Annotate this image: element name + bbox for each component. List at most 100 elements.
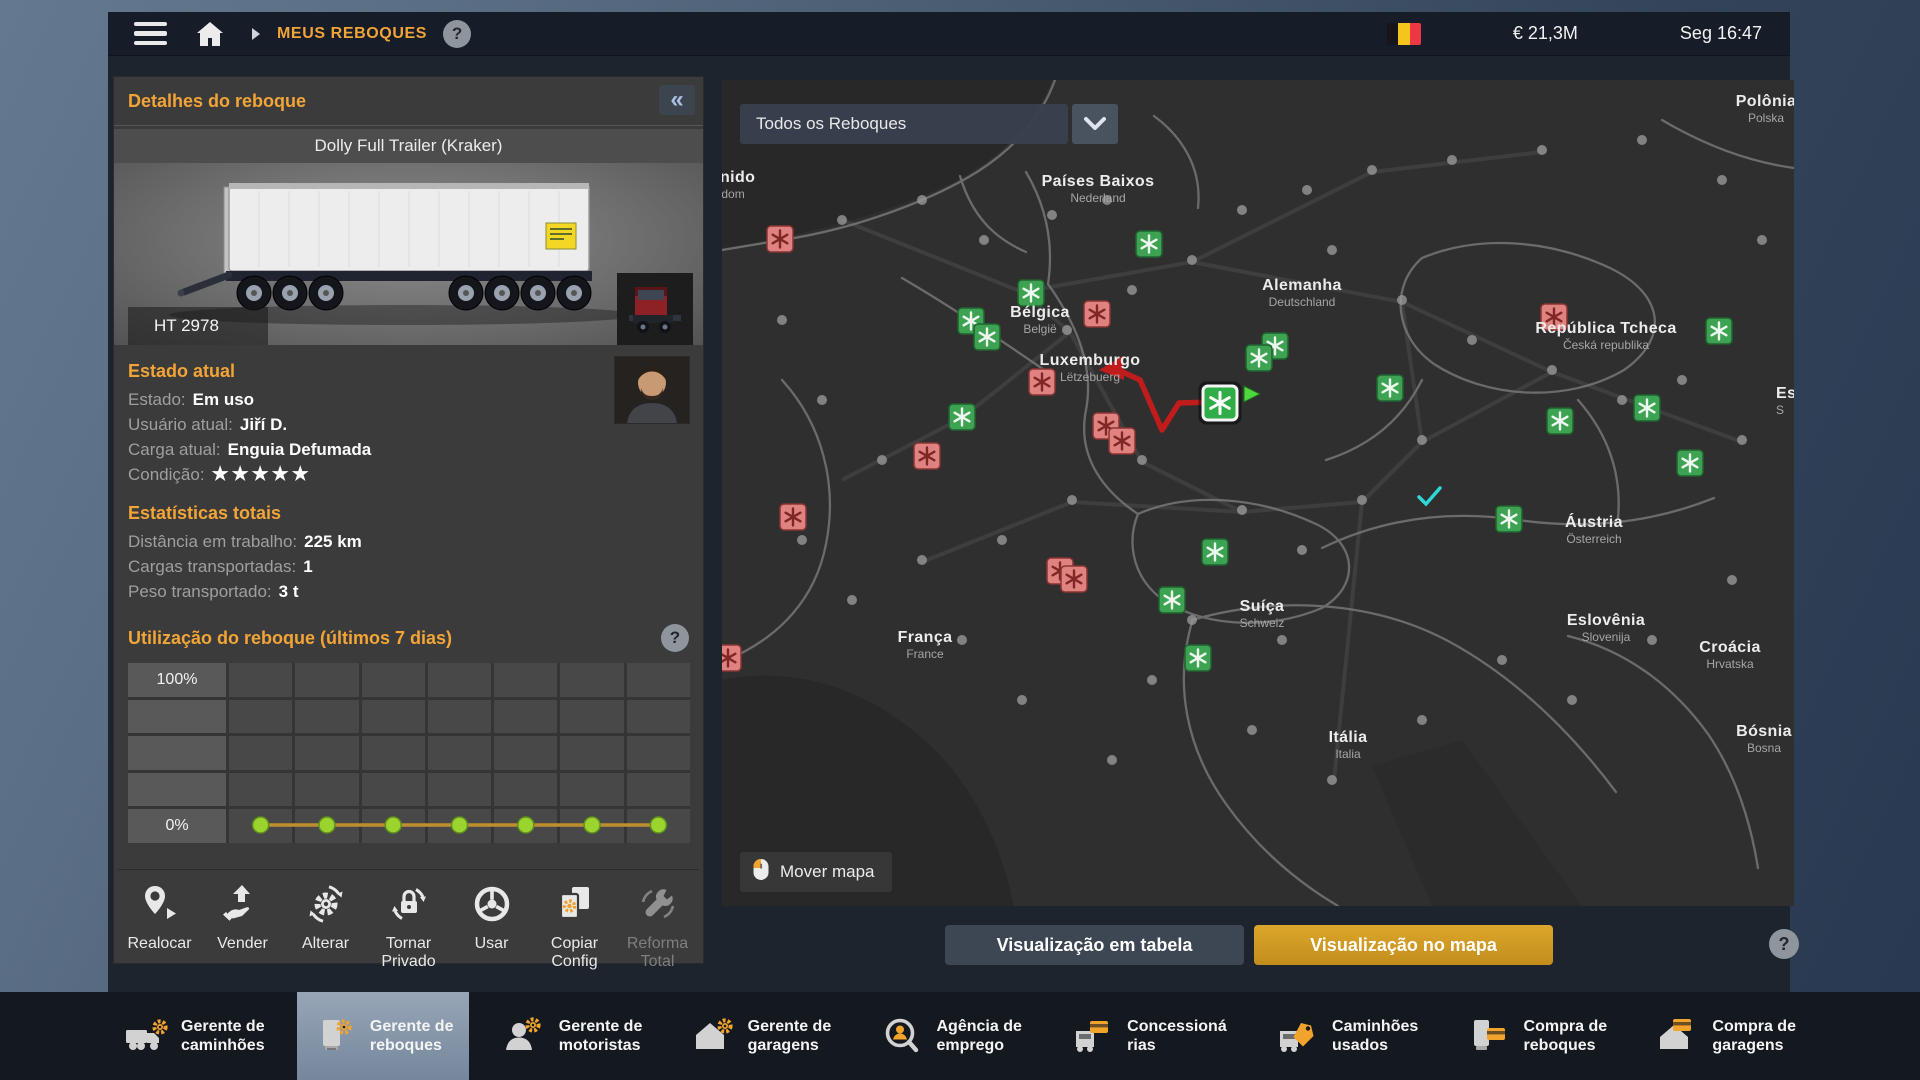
- country-label: Polônia: [1736, 93, 1794, 110]
- trailer-marker-red[interactable]: [1061, 566, 1087, 592]
- nav-trailer-manager[interactable]: Gerente dereboques: [297, 992, 470, 1080]
- top-bar: MEUS REBOQUES ? € 21,3M Seg 16:47: [108, 12, 1790, 56]
- trailer-marker-green[interactable]: [1377, 375, 1403, 401]
- nav-garage-manager[interactable]: Gerente degaragens: [675, 992, 848, 1080]
- trailer-marker-green[interactable]: [1136, 231, 1162, 257]
- management-nav-bar: Gerente decaminhõesGerente dereboquesGer…: [0, 992, 1920, 1080]
- trailer-photo: HT 2978: [114, 163, 703, 345]
- chart-cell: [627, 663, 690, 697]
- state-label: Condição:: [128, 465, 205, 485]
- total-stats-section: Estatísticas totais Distância em trabalh…: [128, 503, 689, 604]
- chart-cell: [428, 773, 491, 807]
- nav-job-agency[interactable]: Agência deemprego: [864, 992, 1038, 1080]
- action-usar[interactable]: Usar: [450, 880, 533, 971]
- attached-truck-thumbnail[interactable]: [617, 273, 693, 345]
- license-plate: HT 2978: [128, 307, 268, 345]
- chart-cell: [295, 773, 358, 807]
- chart-cell: [560, 663, 623, 697]
- country-label: Croácia: [1699, 639, 1761, 656]
- europe-map: PolôniaPolska Países BaixosNederland Unido…: [722, 80, 1794, 906]
- trailer-name: Dolly Full Trailer (Kraker): [114, 129, 703, 163]
- stat-value: 3 t: [279, 582, 299, 602]
- state-row: Estado:Em uso: [128, 387, 689, 412]
- country-label: Países Baixos: [1042, 173, 1155, 190]
- table-view-button[interactable]: Visualização em tabela: [945, 925, 1244, 965]
- home-icon[interactable]: [195, 20, 225, 48]
- trailer-marker-red[interactable]: [1109, 428, 1135, 454]
- action-copiar-config[interactable]: Copiar Config: [533, 880, 616, 971]
- action-reforma-total: Reforma Total: [616, 880, 699, 971]
- chart-cell: [627, 736, 690, 770]
- action-alterar[interactable]: Alterar: [284, 880, 367, 971]
- trailer-marker-green[interactable]: [1547, 408, 1573, 434]
- country-label: Suíça: [1240, 598, 1285, 615]
- trailer-marker-red[interactable]: [780, 504, 806, 530]
- overhaul-wrench-icon: [636, 882, 680, 928]
- country-sublabel: Schweiz: [1240, 616, 1285, 630]
- country-sublabel: Polska: [1748, 111, 1784, 125]
- trailer-marker-red[interactable]: [767, 226, 793, 252]
- country-label: Áustria: [1565, 512, 1623, 531]
- state-label: Usuário atual:: [128, 415, 233, 435]
- action-tornar-privado[interactable]: Tornar Privado: [367, 880, 450, 971]
- chart-cell: [560, 773, 623, 807]
- trailer-marker-green[interactable]: [1202, 539, 1228, 565]
- trailer-marker-red[interactable]: [722, 645, 741, 671]
- nav-trailer-purchase[interactable]: Compra dereboques: [1451, 992, 1624, 1080]
- trailer-marker-green[interactable]: [1185, 645, 1211, 671]
- nav-driver-manager[interactable]: Gerente demotoristas: [486, 992, 659, 1080]
- country-label: Unido: [722, 169, 755, 186]
- trailer-marker-red[interactable]: [1029, 369, 1055, 395]
- utilization-help-icon[interactable]: ?: [661, 624, 689, 652]
- nav-label: Agência deemprego: [937, 1017, 1022, 1055]
- map-view-button[interactable]: Visualização no mapa: [1254, 925, 1553, 965]
- nav-used-trucks[interactable]: Caminhõesusados: [1259, 992, 1434, 1080]
- driver-photo[interactable]: [615, 357, 689, 423]
- map-help-icon[interactable]: ?: [1769, 929, 1799, 959]
- nav-dealership[interactable]: Concessionárias: [1054, 992, 1243, 1080]
- country-sublabel: France: [906, 647, 944, 661]
- menu-icon[interactable]: [130, 20, 171, 48]
- nav-truck-manager[interactable]: Gerente decaminhões: [108, 992, 281, 1080]
- trailer-marker-red[interactable]: [914, 443, 940, 469]
- country-sublabel: Slovenija: [1582, 630, 1631, 644]
- state-row: Usuário atual:Jiří D.: [128, 412, 689, 437]
- country-label: Bélgica: [1010, 304, 1070, 321]
- truck-manager-icon: [124, 1017, 170, 1055]
- belgium-flag: [1387, 23, 1421, 45]
- trailer-marker-green[interactable]: [1634, 395, 1660, 421]
- chevron-down-icon[interactable]: [1072, 104, 1118, 144]
- trailer-marker-green[interactable]: [1496, 506, 1522, 532]
- trailer-marker-green[interactable]: [1246, 345, 1272, 371]
- sell-hand-icon: [221, 882, 265, 928]
- screen: MEUS REBOQUES ? € 21,3M Seg 16:47 Detalh…: [0, 0, 1920, 1080]
- help-icon[interactable]: ?: [443, 20, 471, 48]
- chart-axis-cell: [128, 736, 226, 770]
- trailer-marker-green[interactable]: [974, 324, 1000, 350]
- trailer-marker-green[interactable]: [1159, 587, 1185, 613]
- trailer-filter-dropdown[interactable]: Todos os Reboques: [740, 104, 1118, 144]
- trailer-marker-green[interactable]: [1706, 318, 1732, 344]
- action-vender[interactable]: Vender: [201, 880, 284, 971]
- move-map-label: Mover mapa: [780, 862, 874, 882]
- chart-cell: [362, 663, 425, 697]
- action-bar: RealocarVenderAlterarTornar PrivadoUsarC…: [118, 869, 699, 971]
- chart-cell: [362, 736, 425, 770]
- country-label: Esl: [1776, 385, 1794, 402]
- trailer-map-panel[interactable]: PolôniaPolska Países BaixosNederland Unido…: [722, 80, 1794, 906]
- trailer-marker-green[interactable]: [1018, 280, 1044, 306]
- trailer-marker-red[interactable]: [1084, 301, 1110, 327]
- collapse-panel-button[interactable]: «: [659, 85, 695, 115]
- nav-garage-purchase[interactable]: Compra degaragens: [1639, 992, 1812, 1080]
- trailer-marker-green[interactable]: [1677, 450, 1703, 476]
- action-realocar[interactable]: Realocar: [118, 880, 201, 971]
- stat-value: 1: [303, 557, 312, 577]
- chart-cell: [494, 773, 557, 807]
- condition-row: Condição:★★★★★: [128, 462, 689, 487]
- nav-label: Compra degaragens: [1712, 1017, 1796, 1055]
- trailer-marker-green[interactable]: [949, 404, 975, 430]
- utilization-chart: 100%0%: [128, 663, 690, 843]
- country-sublabel: Nederland: [1070, 191, 1125, 205]
- chart-cell: [494, 700, 557, 734]
- breadcrumb-caret-icon: [251, 27, 261, 41]
